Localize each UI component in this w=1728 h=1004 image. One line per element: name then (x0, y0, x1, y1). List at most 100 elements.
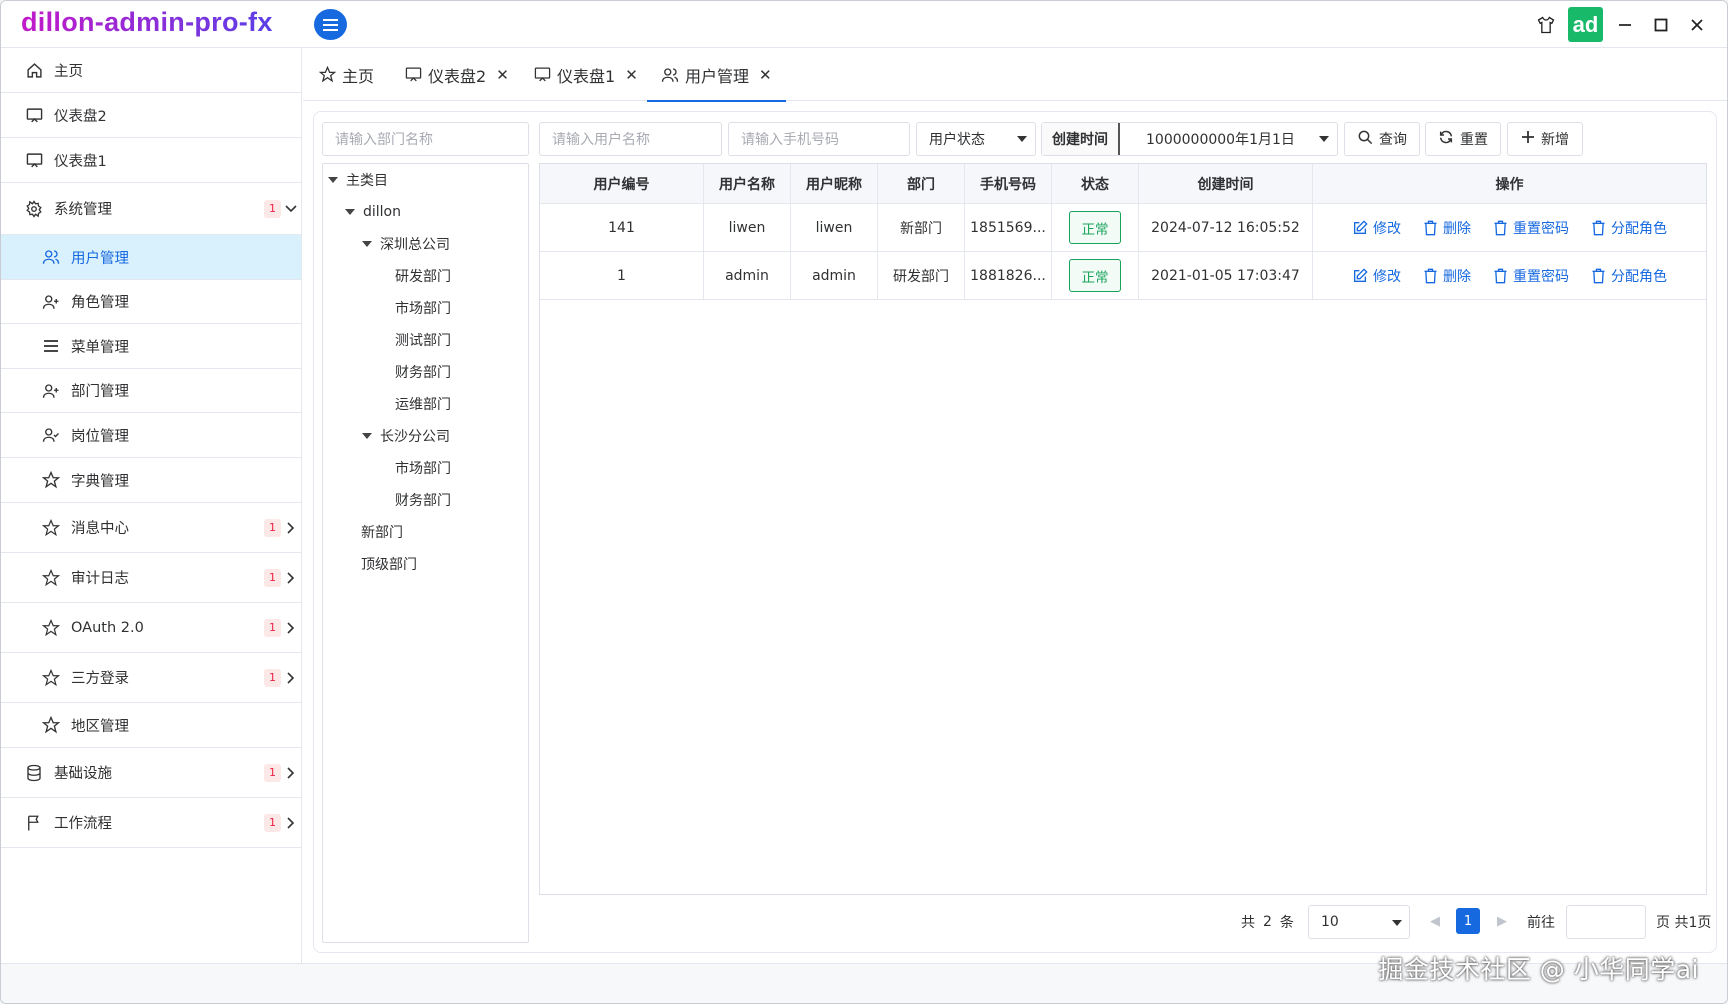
sidebar-item-dict[interactable]: 字典管理 (1, 458, 301, 503)
tree-node-finance[interactable]: 财务部门 (395, 362, 451, 382)
delete-button[interactable]: 删除 (1423, 218, 1471, 238)
minimize-icon[interactable] (1607, 8, 1643, 42)
reset-button[interactable]: 重置 (1425, 122, 1501, 156)
cell-created: 2024-07-12 16:05:52 (1139, 204, 1313, 251)
table-row[interactable]: 1 admin admin 研发部门 1881826... 正常 2021-01… (540, 252, 1706, 300)
created-date-picker[interactable]: 创建时间 1000000000年1月1日 (1041, 122, 1338, 156)
tree-node-root[interactable]: 主类目 (328, 170, 388, 190)
phone-input[interactable]: 请输入手机号码 (728, 122, 910, 156)
col-header-status[interactable]: 状态 (1052, 164, 1139, 203)
tree-node-cs-market[interactable]: 市场部门 (395, 458, 451, 478)
tree-node-new[interactable]: 新部门 (361, 522, 403, 542)
edit-button[interactable]: 修改 (1352, 266, 1401, 286)
close-icon[interactable] (1679, 8, 1715, 42)
sidebar-item-system[interactable]: 系统管理 1 (1, 183, 301, 235)
tree-node-shenzhen[interactable]: 深圳总公司 (362, 234, 450, 254)
tree-node-test[interactable]: 测试部门 (395, 330, 451, 350)
sidebar-item-region[interactable]: 地区管理 (1, 703, 301, 748)
tree-node-label: 顶级部门 (361, 557, 417, 573)
maximize-icon[interactable] (1643, 8, 1679, 42)
sidebar-item-dashboard2[interactable]: 仪表盘2 (1, 93, 301, 138)
query-button[interactable]: 查询 (1344, 122, 1420, 156)
sidebar-item-label: 仪表盘2 (54, 108, 107, 125)
total-count: 2 (1263, 914, 1272, 930)
avatar[interactable]: ad (1568, 7, 1603, 42)
star-icon (319, 66, 336, 83)
page-1-button[interactable]: 1 (1456, 908, 1480, 934)
sidebar-item-menus[interactable]: 菜单管理 (1, 324, 301, 369)
tab-label: 仪表盘1 (557, 66, 616, 86)
close-icon[interactable]: ✕ (625, 66, 638, 84)
sidebar-item-posts[interactable]: 岗位管理 (1, 413, 301, 458)
tree-node-top[interactable]: 顶级部门 (361, 554, 417, 574)
caret-down-icon (1017, 136, 1027, 142)
tree-node-market[interactable]: 市场部门 (395, 298, 451, 318)
sidebar-item-messages[interactable]: 消息中心 1 (1, 503, 301, 553)
trash-icon (1494, 220, 1507, 235)
count-badge: 1 (264, 568, 281, 587)
menu-toggle-button[interactable] (314, 9, 347, 40)
theme-shirt-icon[interactable] (1528, 8, 1564, 42)
app-window: dillon-admin-pro-fx ad 主页 仪表盘2 仪表盘1 系统管理… (0, 0, 1728, 1004)
sidebar-item-oauth[interactable]: OAuth 2.0 1 (1, 603, 301, 653)
sidebar-item-dashboard1[interactable]: 仪表盘1 (1, 138, 301, 183)
col-header-nickname[interactable]: 用户昵称 (791, 164, 878, 203)
sidebar-item-home[interactable]: 主页 (1, 48, 301, 93)
goto-page-input[interactable] (1566, 905, 1646, 939)
sidebar-item-audit[interactable]: 审计日志 1 (1, 553, 301, 603)
sidebar-item-label: 字典管理 (71, 473, 129, 490)
sidebar-item-users[interactable]: 用户管理 (1, 235, 301, 280)
next-page-button[interactable]: ▶ (1490, 908, 1514, 934)
app-title: dillon-admin-pro-fx (21, 7, 273, 37)
tab-users[interactable]: 用户管理 ✕ (647, 48, 786, 102)
prev-page-button[interactable]: ◀ (1423, 908, 1447, 934)
sidebar-item-infra[interactable]: 基础设施 1 (1, 748, 301, 798)
tab-bar: 主页 仪表盘2 ✕ 仪表盘1 ✕ 用户管理 ✕ (303, 48, 1727, 102)
count-badge: 1 (264, 199, 281, 218)
col-header-phone[interactable]: 手机号码 (965, 164, 1052, 203)
sidebar-item-social-login[interactable]: 三方登录 1 (1, 653, 301, 703)
col-header-username[interactable]: 用户名称 (704, 164, 791, 203)
status-select[interactable]: 用户状态 (916, 122, 1036, 156)
tree-node-dillon[interactable]: dillon (345, 202, 401, 222)
sidebar: 主页 仪表盘2 仪表盘1 系统管理 1 用户管理 角色管理 菜单管理 部门管理 … (1, 48, 302, 963)
username-input[interactable]: 请输入用户名称 (539, 122, 722, 156)
cell-username: liwen (704, 204, 791, 251)
edit-button[interactable]: 修改 (1352, 218, 1401, 238)
user-plus-icon (42, 293, 60, 311)
assign-role-button[interactable]: 分配角色 (1591, 218, 1667, 238)
sidebar-item-label: 地区管理 (71, 718, 129, 735)
table-row[interactable]: 141 liwen liwen 新部门 1851569... 正常 2024-0… (540, 204, 1706, 252)
close-icon[interactable]: ✕ (759, 66, 772, 84)
col-header-ops[interactable]: 操作 (1313, 164, 1706, 203)
dept-search-input[interactable]: 请输入部门名称 (322, 122, 529, 156)
tree-node-rd[interactable]: 研发部门 (395, 266, 451, 286)
tab-dashboard1[interactable]: 仪表盘1 ✕ (534, 48, 638, 101)
delete-button[interactable]: 删除 (1423, 266, 1471, 286)
close-icon[interactable]: ✕ (496, 66, 509, 84)
users-icon (661, 66, 679, 84)
sidebar-item-roles[interactable]: 角色管理 (1, 280, 301, 324)
chevron-right-icon (285, 621, 297, 635)
sidebar-item-label: 主页 (54, 63, 83, 80)
sidebar-item-workflow[interactable]: 工作流程 1 (1, 798, 301, 848)
reset-password-button[interactable]: 重置密码 (1493, 266, 1569, 286)
tree-node-changsha[interactable]: 长沙分公司 (362, 426, 450, 446)
assign-role-label: 分配角色 (1611, 268, 1667, 285)
tree-node-ops[interactable]: 运维部门 (395, 394, 451, 414)
add-button[interactable]: 新增 (1507, 122, 1583, 156)
reset-password-label: 重置密码 (1513, 268, 1569, 285)
tab-dashboard2[interactable]: 仪表盘2 ✕ (405, 48, 509, 101)
cell-status: 正常 (1052, 252, 1139, 299)
sidebar-item-depts[interactable]: 部门管理 (1, 369, 301, 413)
goto-label: 前往 (1527, 915, 1555, 931)
col-header-created[interactable]: 创建时间 (1139, 164, 1313, 203)
col-header-dept[interactable]: 部门 (878, 164, 965, 203)
trash-icon (1424, 268, 1437, 283)
tab-home[interactable]: 主页 (319, 48, 374, 101)
tree-node-cs-finance[interactable]: 财务部门 (395, 490, 451, 510)
reset-password-button[interactable]: 重置密码 (1493, 218, 1569, 238)
page-size-select[interactable]: 10 (1308, 905, 1410, 939)
col-header-id[interactable]: 用户编号 (540, 164, 704, 203)
assign-role-button[interactable]: 分配角色 (1591, 266, 1667, 286)
